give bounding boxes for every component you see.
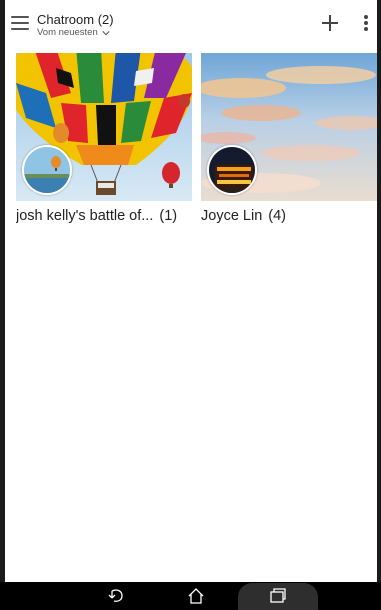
album-name: josh kelly's battle of... <box>16 208 154 224</box>
avatar <box>207 145 257 195</box>
home-button[interactable] <box>176 582 216 610</box>
sort-label: Vom neuesten <box>37 27 98 38</box>
back-button[interactable] <box>97 582 137 610</box>
album-caption: josh kelly's battle of... (1) <box>16 208 192 224</box>
chevron-down-icon <box>102 30 110 36</box>
recent-apps-button[interactable] <box>258 582 298 610</box>
add-icon[interactable] <box>319 12 341 34</box>
title-block: Chatroom (2) Vom neuesten <box>37 13 114 38</box>
page-title: Chatroom (2) <box>37 12 114 27</box>
album-thumbnail <box>201 53 377 201</box>
album-caption: Joyce Lin (4) <box>201 208 377 224</box>
more-vert-icon[interactable] <box>359 12 373 34</box>
album-name: Joyce Lin <box>201 208 263 224</box>
album-count: (4) <box>268 208 286 224</box>
album-card[interactable]: Joyce Lin (4) <box>201 53 377 224</box>
home-icon <box>188 588 204 604</box>
avatar <box>22 145 72 195</box>
album-thumbnail <box>16 53 192 201</box>
sort-dropdown[interactable]: Vom neuesten <box>37 28 114 38</box>
recent-apps-icon <box>270 588 286 603</box>
album-count: (1) <box>159 208 178 224</box>
app-bar: Chatroom (2) Vom neuesten <box>5 0 377 46</box>
back-icon <box>108 589 123 602</box>
menu-icon[interactable] <box>11 16 29 32</box>
navigation-bar <box>0 582 381 610</box>
album-card[interactable]: josh kelly's battle of... (1) <box>16 53 192 224</box>
